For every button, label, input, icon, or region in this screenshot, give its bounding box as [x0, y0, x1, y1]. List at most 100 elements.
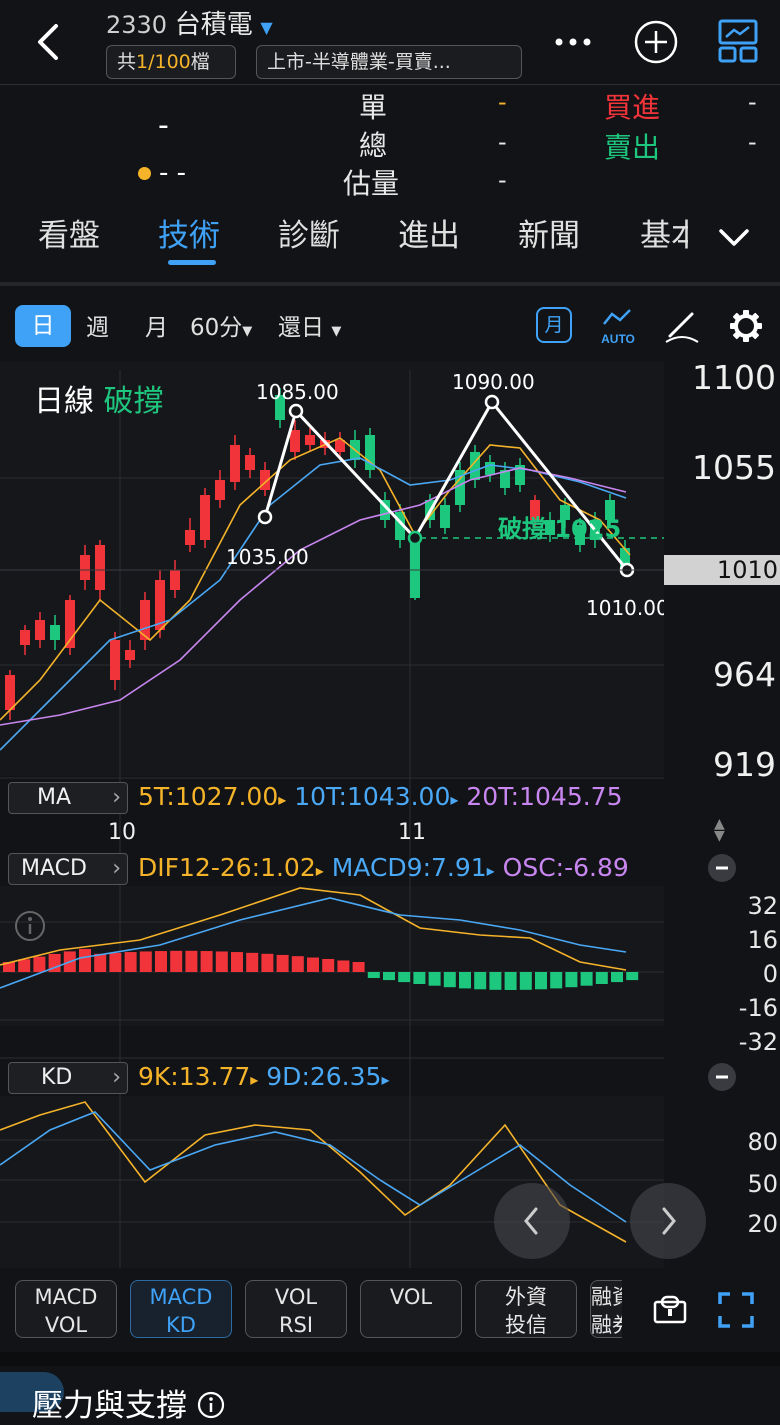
minus-icon	[716, 1075, 728, 1079]
interval-month-button[interactable]: 月	[145, 308, 168, 342]
tab-overview[interactable]: 看盤	[38, 210, 100, 255]
more-icon	[555, 38, 591, 46]
interval-day-button[interactable]: 日	[15, 305, 71, 347]
auto-icon	[603, 309, 631, 325]
candle-body	[440, 505, 450, 528]
settings-button[interactable]	[726, 306, 766, 346]
chart-title: 日線 破撐	[34, 384, 164, 419]
chart-svg	[0, 362, 664, 1268]
kd-values: 9K:13.77▸ 9D:26.35▸	[138, 1062, 390, 1091]
annotation-high-2: 1090.00	[452, 370, 535, 394]
total-label: 總	[359, 129, 388, 162]
section-divider	[0, 1352, 780, 1366]
stock-count-chip[interactable]: 共1/100檔	[106, 45, 236, 79]
interval-week-button[interactable]: 週	[86, 308, 109, 342]
macd-bar	[307, 957, 319, 972]
chevron-right-icon	[662, 1207, 676, 1235]
chevron-right-icon: ›	[112, 1065, 121, 1090]
macd-bar	[428, 972, 441, 986]
dropdown-icon: ▼	[260, 18, 273, 37]
tab-fundamental-clip: 基本	[640, 205, 688, 255]
kd-axis-label: 50	[747, 1170, 778, 1198]
macd-bar	[459, 972, 471, 989]
preset-margin[interactable]: 融資融券	[590, 1280, 622, 1338]
tabs-expand-button[interactable]	[716, 222, 752, 252]
back-button[interactable]	[28, 20, 72, 64]
macd-bar	[79, 948, 91, 972]
industry-chip[interactable]: 上市-半導體業-買賣...	[256, 45, 522, 79]
zigzag-point	[407, 530, 423, 546]
stock-name: 台積電	[174, 10, 253, 40]
tab-flow[interactable]: 進出	[398, 210, 460, 255]
macd-bar	[276, 954, 289, 972]
auto-scale-button[interactable]: AUTO	[598, 306, 638, 346]
macd-bar	[535, 972, 547, 990]
candle-body	[215, 480, 225, 500]
macd-bar	[550, 972, 563, 989]
chevron-right-icon: ›	[112, 785, 121, 810]
candle-body	[35, 620, 45, 640]
macd-bar	[352, 962, 365, 972]
interval-60min-button[interactable]: 60分▼	[190, 308, 252, 342]
info-icon	[15, 911, 45, 941]
kd-collapse-button[interactable]	[708, 1063, 736, 1091]
kd-selector[interactable]: KD ›	[8, 1062, 128, 1094]
macd-collapse-button[interactable]	[708, 854, 736, 882]
pen-icon	[665, 312, 699, 343]
candle-body	[125, 650, 135, 660]
date-tick: 11	[398, 820, 426, 845]
macd-axis-label: 0	[762, 960, 778, 988]
tab-technical[interactable]: 技術	[158, 210, 220, 255]
preset-vol-rsi[interactable]: VOL RSI	[245, 1280, 347, 1338]
month-toggle-button[interactable]: 月	[536, 307, 572, 343]
stock-code: 2330	[106, 11, 168, 39]
scroll-left-button[interactable]	[494, 1183, 570, 1259]
quote-price: -	[158, 108, 169, 143]
candle-body	[110, 640, 120, 680]
draw-tool-button[interactable]	[662, 306, 702, 346]
ma-selector[interactable]: MA ›	[8, 782, 128, 814]
macd-bar	[322, 958, 335, 972]
single-label: 單	[359, 91, 388, 124]
macd-axis-label: -32	[738, 1028, 778, 1056]
ma-values: 5T:1027.00▸ 10T:1043.00▸ 20T:1045.75	[138, 782, 623, 811]
tab-fundamental[interactable]: 基本	[640, 210, 688, 255]
macd-selector[interactable]: MACD ›	[8, 853, 128, 885]
zigzag-point	[257, 509, 273, 525]
macd-bar	[246, 952, 259, 972]
tab-news[interactable]: 新聞	[518, 210, 580, 255]
candle-body	[95, 545, 105, 590]
macd-info-button[interactable]	[14, 910, 46, 942]
minus-icon	[716, 866, 728, 870]
macd-bar	[94, 953, 107, 972]
macd-axis-label: 32	[747, 892, 778, 920]
support-label: 破撐 1025	[498, 515, 622, 543]
chart-layout-button[interactable]	[716, 18, 760, 64]
macd-bar	[474, 972, 487, 990]
zigzag-point	[288, 403, 304, 419]
more-button[interactable]	[550, 22, 596, 62]
stock-title[interactable]: 2330 台積電 ▼	[106, 4, 273, 41]
preset-macd-kd[interactable]: MACD KD	[130, 1280, 232, 1338]
tabs-divider	[0, 282, 780, 286]
macd-bar	[139, 951, 152, 972]
ma10-value: 10T:1043.00	[294, 782, 451, 811]
preset-macd-vol[interactable]: MACD VOL	[15, 1280, 117, 1338]
sell-label: 賣出	[604, 131, 661, 164]
macd-bar	[261, 953, 274, 972]
annotation-low-2: 1010.00	[586, 596, 664, 620]
lock-button[interactable]	[650, 1290, 690, 1330]
tab-diagnosis[interactable]: 診斷	[278, 210, 340, 255]
preset-foreign-trust[interactable]: 外資 投信	[475, 1280, 577, 1338]
candle-body	[230, 445, 240, 482]
scroll-right-button[interactable]	[630, 1183, 706, 1259]
kd-axis-label: 20	[747, 1210, 778, 1238]
info-icon[interactable]	[197, 1391, 225, 1419]
ma5-value: 5T:1027.00	[138, 782, 279, 811]
add-button[interactable]	[633, 19, 679, 65]
preset-vol[interactable]: VOL	[360, 1280, 462, 1338]
resize-handle-icon[interactable]: ▲ ▼	[714, 817, 725, 843]
candle-body	[170, 570, 180, 590]
fullscreen-button[interactable]	[716, 1290, 756, 1330]
restore-day-button[interactable]: 還日 ▼	[278, 308, 341, 342]
